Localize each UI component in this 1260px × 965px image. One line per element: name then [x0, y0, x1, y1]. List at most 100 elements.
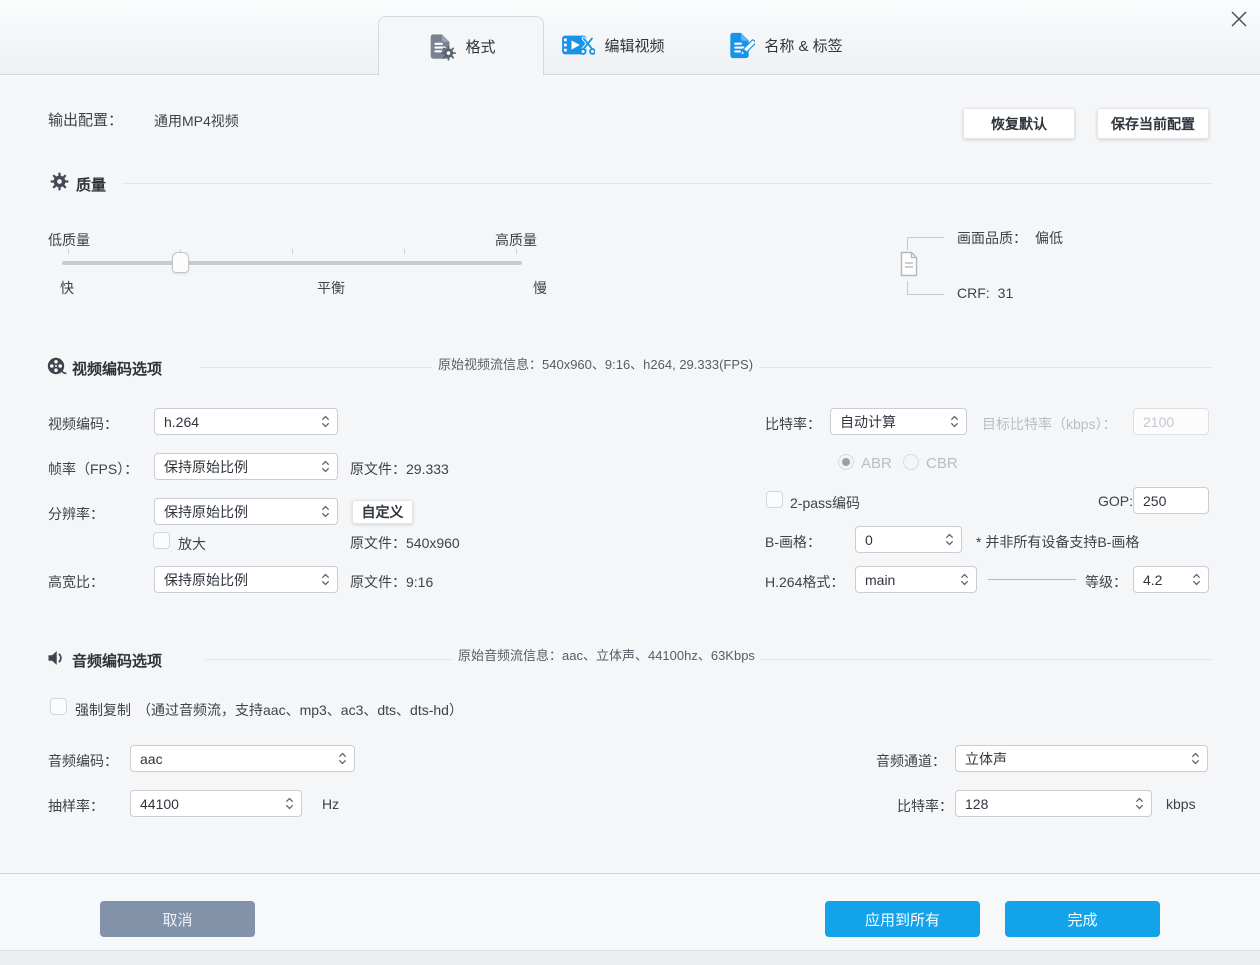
aspect-original: 原文件：9:16 [350, 574, 434, 590]
aspect-value: 保持原始比例 [164, 571, 248, 588]
gop-label: GOP: [1098, 493, 1134, 509]
h264-profile-label: H.264格式： [765, 574, 845, 590]
bitrate-mode-value: 自动计算 [840, 413, 896, 430]
done-button[interactable]: 完成 [1005, 901, 1160, 937]
slider-tick [292, 249, 293, 254]
chevron-updown-icon [321, 505, 330, 518]
tab-format[interactable]: 格式 [378, 16, 544, 75]
audio-bitrate-unit: kbps [1166, 796, 1196, 812]
picture-quality-label: 画面品质： [957, 230, 1027, 246]
h264-profile-value: main [865, 571, 896, 588]
audio-codec-select[interactable]: aac [130, 745, 355, 772]
slider-label-low-quality: 低质量 [48, 232, 90, 248]
output-config-value: 通用MP4视频 [154, 113, 239, 129]
two-pass-checkbox[interactable] [766, 491, 783, 508]
apply-to-all-button[interactable]: 应用到所有 [825, 901, 980, 937]
chevron-updown-icon [945, 533, 954, 546]
tab-edit-video-label: 编辑视频 [604, 37, 665, 55]
close-button[interactable] [1226, 6, 1252, 32]
gop-input[interactable]: 250 [1133, 487, 1209, 514]
video-stream-info: 原始视频流信息：540x960、9:16、h264, 29.333(FPS) [432, 354, 760, 373]
picture-quality-row: 画面品质： 偏低 [957, 228, 1063, 248]
tab-edit-video[interactable]: 编辑视频 [552, 16, 674, 74]
h264-profile-select[interactable]: main [855, 566, 977, 593]
resolution-original: 原文件：540x960 [350, 535, 460, 551]
fps-original: 原文件：29.333 [350, 461, 449, 477]
profile-level-connector-line [988, 579, 1076, 580]
crf-value: 31 [997, 285, 1014, 301]
bframe-label: B-画格： [765, 534, 821, 550]
video-section-title: 视频编码选项 [72, 361, 163, 378]
audio-channel-value: 立体声 [965, 750, 1007, 767]
force-copy-checkbox[interactable] [50, 698, 67, 715]
video-codec-select[interactable]: h.264 [154, 408, 338, 435]
aspect-select[interactable]: 保持原始比例 [154, 566, 338, 593]
film-reel-icon [47, 357, 67, 375]
quality-section-title: 质量 [76, 177, 107, 194]
cancel-button[interactable]: 取消 [100, 901, 255, 937]
target-bitrate-label: 目标比特率（kbps）： [982, 416, 1117, 432]
save-config-button[interactable]: 保存当前配置 [1097, 108, 1209, 139]
audio-channel-select[interactable]: 立体声 [955, 745, 1208, 772]
slider-label-high-quality: 高质量 [495, 232, 537, 248]
upscale-label: 放大 [178, 536, 206, 552]
fps-select[interactable]: 保持原始比例 [154, 453, 338, 480]
speaker-icon [48, 651, 62, 665]
sample-rate-unit: Hz [322, 796, 340, 812]
audio-stream-info: 原始音频流信息：aac、立体声、44100hz、63Kbps [452, 645, 761, 664]
quality-slider-handle[interactable] [172, 252, 189, 273]
chevron-updown-icon [321, 573, 330, 586]
resolution-select[interactable]: 保持原始比例 [154, 498, 338, 525]
target-bitrate-input[interactable]: 2100 [1133, 408, 1209, 435]
chevron-updown-icon [960, 573, 969, 586]
tab-name-tags-label: 名称 & 标签 [764, 37, 843, 55]
audio-codec-value: aac [140, 750, 163, 767]
fps-label: 帧率（FPS）： [48, 461, 139, 477]
chevron-updown-icon [285, 797, 294, 810]
chevron-updown-icon [1135, 797, 1144, 810]
crf-label: CRF: [957, 285, 990, 301]
abr-radio[interactable] [838, 454, 854, 470]
upscale-checkbox[interactable] [153, 532, 170, 549]
bottom-strip [0, 950, 1260, 965]
tab-name-tags[interactable]: 名称 & 标签 [708, 16, 860, 74]
audio-section-title: 音频编码选项 [72, 653, 163, 670]
document-gear-icon [431, 33, 457, 61]
audio-channel-label: 音频通道： [876, 753, 946, 769]
restore-default-button[interactable]: 恢复默认 [963, 108, 1075, 139]
h264-level-select[interactable]: 4.2 [1133, 566, 1209, 593]
force-copy-label: 强制复制 [75, 702, 131, 718]
resolution-label: 分辨率： [48, 506, 104, 522]
cbr-radio[interactable] [903, 454, 919, 470]
chevron-updown-icon [321, 460, 330, 473]
sample-rate-value: 44100 [140, 795, 179, 812]
bitrate-mode-select[interactable]: 自动计算 [830, 408, 967, 435]
video-scissors-icon [562, 35, 596, 55]
chevron-updown-icon [1192, 573, 1201, 586]
custom-resolution-button[interactable]: 自定义 [352, 500, 413, 524]
document-pencil-icon [730, 32, 756, 58]
quality-slider-track[interactable] [62, 261, 522, 265]
bitrate-label: 比特率： [765, 416, 821, 432]
slider-tick [516, 249, 517, 254]
output-config-label: 输出配置： [48, 112, 124, 129]
bframe-note: * 并非所有设备支持B-画格 [976, 534, 1140, 550]
force-copy-row: 强制复制 （通过音频流，支持aac、mp3、ac3、dts、dts-hd） [75, 700, 463, 720]
audio-bitrate-select[interactable]: 128 [955, 790, 1152, 817]
slider-tick [404, 249, 405, 254]
bframe-select[interactable]: 0 [855, 526, 962, 553]
two-pass-label: 2-pass编码 [790, 495, 861, 511]
chevron-updown-icon [338, 752, 347, 765]
fps-value: 保持原始比例 [164, 458, 248, 475]
slider-tick [68, 249, 69, 254]
quality-section-divider [122, 183, 1212, 184]
bframe-value: 0 [865, 531, 873, 548]
sample-rate-select[interactable]: 44100 [130, 790, 302, 817]
close-x-icon [1231, 11, 1247, 27]
slider-label-balanced: 平衡 [317, 280, 345, 296]
bracket-line-bottom [907, 281, 944, 295]
sample-rate-label: 抽样率： [48, 798, 104, 814]
aspect-label: 高宽比： [48, 574, 104, 590]
chevron-updown-icon [950, 415, 959, 428]
h264-level-label: 等级： [1085, 574, 1127, 590]
